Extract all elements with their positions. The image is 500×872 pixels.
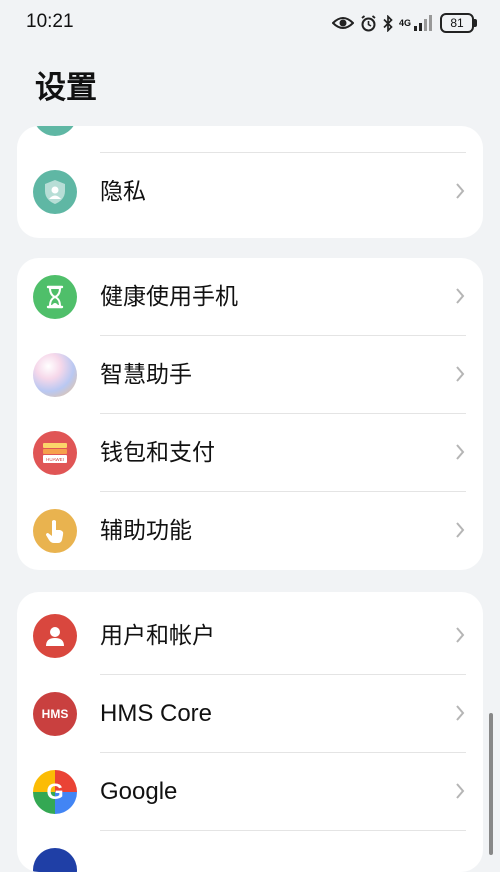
settings-item-wallet[interactable]: HUAWEI 钱包和支付: [17, 414, 483, 492]
settings-group-2: 健康使用手机 智慧助手 HUAWEI 钱包和支付 辅助功能: [17, 258, 483, 570]
svg-text:HUAWEI: HUAWEI: [46, 457, 64, 462]
chevron-right-icon: [456, 444, 465, 460]
privacy-shield-icon: [33, 170, 77, 214]
partial-blue-icon: [33, 848, 77, 872]
settings-item-users-accounts[interactable]: 用户和帐户: [17, 597, 483, 675]
settings-item-smart-assistant[interactable]: 智慧助手: [17, 336, 483, 414]
alarm-icon: [361, 14, 376, 31]
hand-icon: [33, 509, 77, 553]
chevron-right-icon: [456, 705, 465, 721]
chevron-right-icon: [456, 627, 465, 643]
google-icon: G: [33, 770, 77, 814]
partial-teal-icon: [33, 126, 77, 136]
eye-icon: [331, 17, 354, 29]
scrollbar[interactable]: [489, 713, 493, 855]
network-type: 4G: [398, 17, 411, 28]
hms-icon: HMS: [33, 692, 77, 736]
status-time: 10:21: [26, 11, 74, 32]
hourglass-icon: [33, 275, 77, 319]
settings-item-label: 智慧助手: [100, 362, 192, 388]
user-icon: [33, 614, 77, 658]
settings-item-partial-bottom[interactable]: [17, 831, 483, 872]
settings-item-hms-core[interactable]: HMS HMS Core: [17, 675, 483, 753]
status-bar: 10:21 4G 81: [0, 0, 500, 46]
settings-item-label: HMS Core: [100, 700, 213, 727]
settings-item-label: 健康使用手机: [100, 284, 238, 310]
assistant-orb-icon: [33, 353, 77, 397]
battery-indicator: 81: [440, 13, 477, 33]
signal-icon: [414, 15, 432, 31]
bluetooth-icon: [383, 14, 393, 32]
chevron-right-icon: [456, 366, 465, 382]
settings-item-label: 隐私: [100, 179, 146, 205]
settings-item-label: Google: [100, 778, 178, 805]
chevron-right-icon: [456, 522, 465, 538]
settings-item-partial[interactable]: [17, 126, 483, 153]
settings-group-1: 隐私: [17, 126, 483, 238]
chevron-right-icon: [456, 288, 465, 304]
settings-item-label: 用户和帐户: [100, 623, 215, 649]
chevron-right-icon: [456, 183, 465, 199]
page-title: 设置: [35, 70, 97, 106]
wallet-icon: HUAWEI: [33, 431, 77, 475]
chevron-right-icon: [456, 783, 465, 799]
status-icons: 4G 81: [331, 12, 477, 34]
settings-item-label: 钱包和支付: [100, 440, 215, 466]
settings-item-google[interactable]: G Google: [17, 753, 483, 831]
settings-item-digital-balance[interactable]: 健康使用手机: [17, 258, 483, 336]
settings-item-label: 辅助功能: [100, 518, 192, 544]
settings-item-accessibility[interactable]: 辅助功能: [17, 492, 483, 570]
settings-item-privacy[interactable]: 隐私: [17, 153, 483, 231]
settings-group-3: 用户和帐户 HMS HMS Core G Google: [17, 592, 483, 872]
